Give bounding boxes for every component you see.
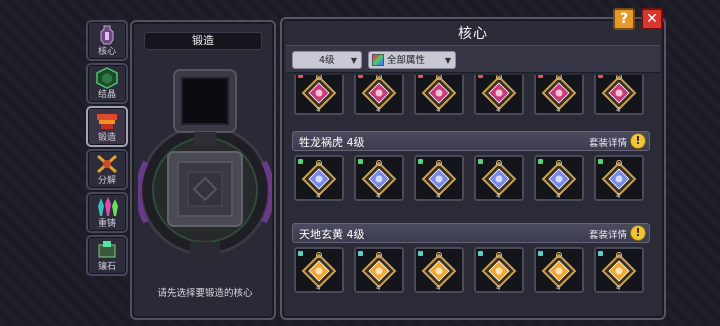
close-button[interactable]: ✕ xyxy=(641,8,663,30)
forge-hint-text: 请先选择要锻造的核心 xyxy=(157,288,253,299)
core-item-slot[interactable]: 4 xyxy=(294,75,344,115)
help-button[interactable]: ? xyxy=(613,8,635,30)
info-icon[interactable]: ! xyxy=(630,133,646,149)
core-vase-icon xyxy=(100,25,114,45)
tab-decompose[interactable]: 分解 xyxy=(86,149,128,190)
core-level-label: 4 xyxy=(376,106,381,114)
forge-title: 锻造 xyxy=(144,32,262,50)
core-level-label: 4 xyxy=(556,192,561,200)
core-item-slot[interactable]: 4 xyxy=(594,155,644,201)
forge-panel: 锻造 请先选择要锻造的核心 xyxy=(130,20,276,320)
core-level-label: 4 xyxy=(436,284,441,292)
tab-recast-label: 重铸 xyxy=(97,219,116,229)
tab-core-label: 核心 xyxy=(97,47,116,57)
attribute-filter-value: 全部属性 xyxy=(387,55,426,66)
core-item-slot[interactable]: 4 xyxy=(354,247,404,293)
core-item-slot[interactable]: 4 xyxy=(474,155,524,201)
core-item-slot[interactable]: 4 xyxy=(414,155,464,201)
core-level-label: 4 xyxy=(316,106,321,114)
core-level-label: 4 xyxy=(376,284,381,292)
core-item-slot[interactable]: 4 xyxy=(534,247,584,293)
set-header: 天地玄黄 4级 套装详情 ! xyxy=(292,223,650,243)
core-item-slot[interactable]: 4 xyxy=(354,75,404,115)
core-item-slot[interactable]: 4 xyxy=(294,155,344,201)
core-item-slot[interactable]: 4 xyxy=(594,247,644,293)
recast-crystals-icon xyxy=(98,197,118,216)
item-row: 4 4 4 4 4 4 xyxy=(294,155,644,201)
attribute-filter-dropdown[interactable]: 全部属性 ▼ xyxy=(368,51,456,69)
info-icon[interactable]: ! xyxy=(630,225,646,241)
core-item-slot[interactable]: 4 xyxy=(414,75,464,115)
core-level-label: 4 xyxy=(616,192,621,200)
tab-crystal[interactable]: 结晶 xyxy=(86,63,128,104)
chevron-down-icon: ▼ xyxy=(444,56,451,65)
core-inventory-panel: 核心 4级 ▼ 全部属性 ▼ 444444 牲龙祸虎 4级 套装详情 ! 444… xyxy=(280,17,666,320)
panel-title: 核心 xyxy=(458,26,488,42)
core-level-label: 4 xyxy=(556,106,561,114)
tab-core[interactable]: 核心 xyxy=(86,20,128,61)
core-item-slot[interactable]: 4 xyxy=(414,247,464,293)
tab-decompose-label: 分解 xyxy=(97,176,116,186)
item-row: 4 4 4 4 4 4 xyxy=(294,247,644,293)
tab-recast[interactable]: 重铸 xyxy=(86,192,128,233)
core-item-slot[interactable]: 4 xyxy=(594,75,644,115)
tab-inlay-label: 镶石 xyxy=(97,262,116,272)
set-header: 牲龙祸虎 4级 套装详情 ! xyxy=(292,131,650,151)
forge-anvil-icon xyxy=(97,114,117,129)
core-level-label: 4 xyxy=(316,192,321,200)
set-name: 天地玄黄 4级 xyxy=(299,228,365,241)
core-list[interactable]: 4 4 4 4 4 4 牲龙祸虎 4级 套装详情 ! 4 4 4 4 4 4 天地玄黄 4级 套装详… xyxy=(286,75,660,318)
tab-forge[interactable]: 锻造 xyxy=(86,106,128,147)
core-level-label: 4 xyxy=(436,106,441,114)
item-row: 4 4 4 4 4 4 xyxy=(294,75,644,115)
forge-machine-image xyxy=(138,69,272,262)
core-level-label: 4 xyxy=(376,192,381,200)
core-level-label: 4 xyxy=(616,284,621,292)
filter-bar: 4级 ▼ 全部属性 ▼ xyxy=(286,45,660,73)
core-level-label: 4 xyxy=(496,284,501,292)
side-tab-bar: 核心 结晶 锻造 分解 重铸 镶石 xyxy=(86,20,128,278)
set-detail-link[interactable]: 套装详情 xyxy=(589,135,627,149)
core-item-slot[interactable]: 4 xyxy=(294,247,344,293)
set-name: 牲龙祸虎 4级 xyxy=(299,136,365,149)
tab-crystal-label: 结晶 xyxy=(97,90,116,100)
crystal-hex-icon xyxy=(96,67,118,89)
core-level-label: 4 xyxy=(496,192,501,200)
inlay-stone-icon xyxy=(98,241,116,258)
core-level-label: 4 xyxy=(316,284,321,292)
tab-inlay[interactable]: 镶石 xyxy=(86,235,128,276)
core-item-slot[interactable]: 4 xyxy=(354,155,404,201)
core-item-slot[interactable]: 4 xyxy=(534,75,584,115)
attribute-color-icon xyxy=(372,54,384,66)
core-item-slot[interactable]: 4 xyxy=(534,155,584,201)
level-filter-dropdown[interactable]: 4级 ▼ xyxy=(292,51,362,69)
set-detail-link[interactable]: 套装详情 xyxy=(589,227,627,241)
core-level-label: 4 xyxy=(436,192,441,200)
chevron-down-icon: ▼ xyxy=(350,56,357,65)
tab-forge-label: 锻造 xyxy=(97,133,116,143)
core-level-label: 4 xyxy=(616,106,621,114)
core-level-label: 4 xyxy=(556,284,561,292)
core-item-slot[interactable]: 4 xyxy=(474,247,524,293)
core-item-slot[interactable]: 4 xyxy=(474,75,524,115)
level-filter-value: 4级 xyxy=(319,55,335,66)
core-level-label: 4 xyxy=(496,106,501,114)
decompose-icon xyxy=(97,154,117,174)
